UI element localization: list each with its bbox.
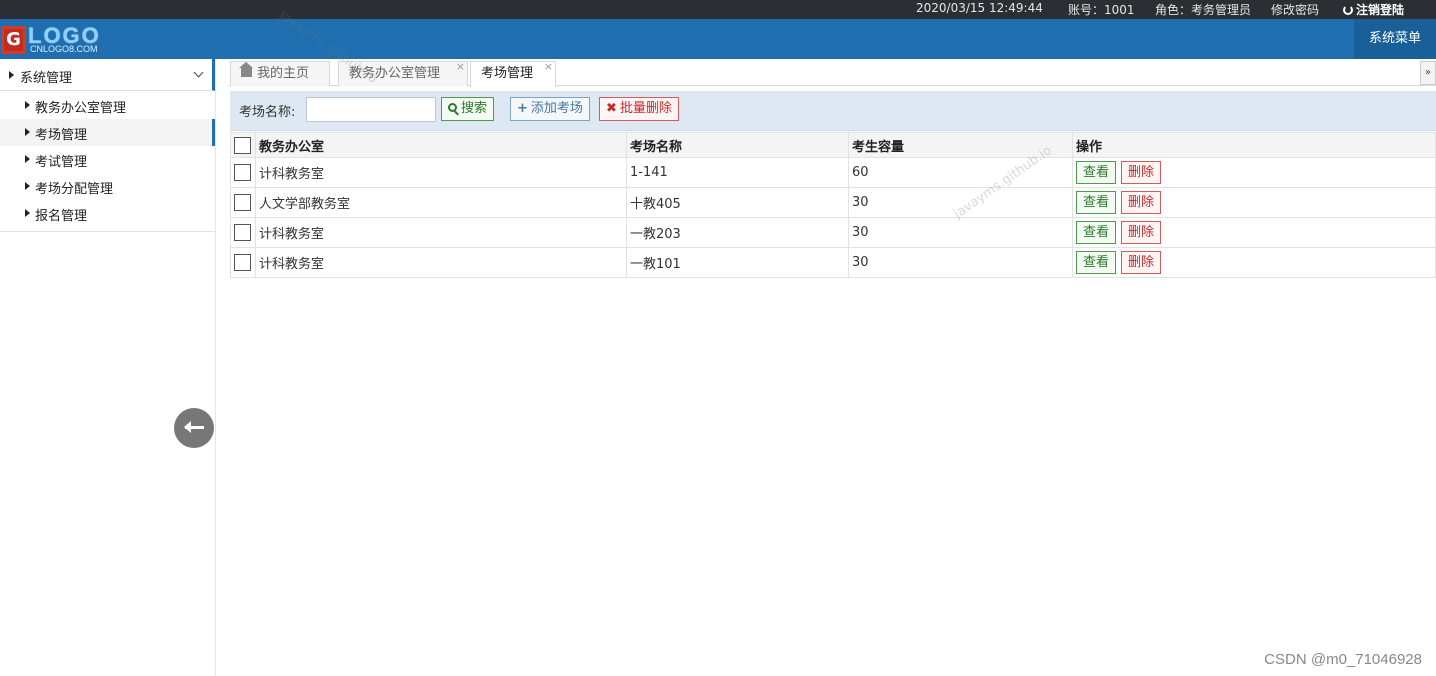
csdn-watermark: CSDN @m0_71046928 [1264,651,1422,668]
sidebar-item-label: 教务办公室管理 [35,101,127,116]
sidebar-item-label: 考场分配管理 [35,182,114,197]
caret-right-icon [9,71,14,79]
cell-actions: 查看 删除 [1072,247,1436,278]
search-button-label: 搜索 [461,101,488,116]
batch-delete-button[interactable]: ✖ 批量删除 [599,97,679,121]
table-row: 计科教务室 一教203 30 查看 删除 [230,217,1436,248]
logo: G LOGO CNLOGO8.COM [0,23,118,56]
view-button[interactable]: 查看 [1076,191,1117,214]
add-room-button[interactable]: + 添加考场 [510,97,590,121]
cell-office: 计科教务室 [255,247,627,278]
cell-capacity: 30 [848,217,1073,248]
change-password-link[interactable]: 修改密码 [1271,1,1319,18]
sidebar-item-label: 考试管理 [35,155,88,170]
tab-label: 考场管理 [481,66,534,81]
sidebar-group-label: 系统管理 [20,71,73,86]
room-name-label: 考场名称: [239,105,296,120]
tab-bar: 我的主页 教务办公室管理 × 考场管理 × » [228,59,1436,87]
logout-link[interactable]: 注销登陆 [1343,1,1404,18]
home-icon [239,62,253,77]
app-header: G LOGO CNLOGO8.COM 系统菜单 [0,19,1436,59]
sidebar-item-exam-room[interactable]: 考场管理 [0,119,215,146]
cell-room-name: 十教405 [626,187,849,218]
datetime-text: 2020/03/15 12:49:44 [916,1,1043,15]
cell-office: 计科教务室 [255,157,627,188]
power-icon [1343,5,1353,15]
table-row: 人文学部教务室 十教405 30 查看 删除 [230,187,1436,218]
cell-room-name: 一教101 [626,247,849,278]
row-checkbox[interactable] [234,164,251,181]
close-icon: ✖ [606,101,617,116]
caret-right-icon [25,155,30,163]
system-menu-button[interactable]: 系统菜单 [1354,19,1436,59]
row-select-cell [230,157,256,188]
sidebar-item-label: 报名管理 [35,209,88,224]
sidebar-item-exam[interactable]: 考试管理 [0,146,215,173]
header-actions: 操作 [1072,132,1436,158]
delete-button[interactable]: 删除 [1121,161,1162,184]
table-row: 计科教务室 一教101 30 查看 删除 [230,247,1436,278]
select-all-checkbox[interactable] [234,136,251,154]
row-checkbox[interactable] [234,254,251,271]
top-status-bar: 2020/03/15 12:49:44 账号：1001 角色：考务管理员 修改密… [0,0,1436,19]
view-button[interactable]: 查看 [1076,161,1117,184]
search-toolbar: 考场名称: 搜索 + 添加考场 ✖ 批量删除 [230,91,1436,131]
cell-room-name: 一教203 [626,217,849,248]
plus-icon: + [517,101,528,116]
sidebar-list: 教务办公室管理 考场管理 考试管理 考场分配管理 报名管理 [0,91,215,232]
row-checkbox[interactable] [234,194,251,211]
sidebar-item-label: 考场管理 [35,128,88,143]
select-all-cell [230,132,256,158]
sidebar-item-office[interactable]: 教务办公室管理 [0,92,215,119]
tab-home[interactable]: 我的主页 [230,61,330,86]
exam-room-table: 教务办公室 考场名称 考生容量 操作 计科教务室 1-141 60 查看 删除 人… [230,132,1436,278]
row-checkbox[interactable] [234,224,251,241]
tab-label: 我的主页 [257,66,310,81]
sidebar: 系统管理 教务办公室管理 考场管理 考试管理 考场分配管理 报名管理 [0,59,216,676]
search-button[interactable]: 搜索 [441,97,495,121]
view-button[interactable]: 查看 [1076,251,1117,274]
cell-actions: 查看 删除 [1072,157,1436,188]
caret-right-icon [25,209,30,217]
room-name-input[interactable] [306,97,436,122]
logout-label: 注销登陆 [1356,3,1405,17]
delete-button[interactable]: 删除 [1121,191,1162,214]
cell-capacity: 30 [848,247,1073,278]
table-header-row: 教务办公室 考场名称 考生容量 操作 [230,132,1436,158]
cell-office: 计科教务室 [255,217,627,248]
caret-right-icon [25,182,30,190]
cell-actions: 查看 删除 [1072,187,1436,218]
row-select-cell [230,217,256,248]
logo-mark-icon: G [1,26,26,54]
header-office: 教务办公室 [255,132,627,158]
close-icon[interactable]: × [544,55,553,79]
cell-office: 人文学部教务室 [255,187,627,218]
table-row: 计科教务室 1-141 60 查看 删除 [230,157,1436,188]
batch-delete-label: 批量删除 [619,101,672,116]
search-icon [448,103,457,112]
caret-right-icon [25,128,30,136]
cell-actions: 查看 删除 [1072,217,1436,248]
view-button[interactable]: 查看 [1076,221,1117,244]
arrow-left-icon [184,421,204,433]
tab-exam-room[interactable]: 考场管理 × [470,60,556,87]
sidebar-group-system[interactable]: 系统管理 [0,59,215,91]
row-select-cell [230,247,256,278]
chevron-down-icon [193,67,204,78]
delete-button[interactable]: 删除 [1121,251,1162,274]
row-select-cell [230,187,256,218]
sidebar-item-registration[interactable]: 报名管理 [0,200,215,227]
logo-subtext: CNLOGO8.COM [30,44,98,54]
role-text: 角色：考务管理员 [1155,3,1252,17]
cell-room-name: 1-141 [626,157,849,188]
delete-button[interactable]: 删除 [1121,221,1162,244]
tab-more-icon[interactable]: » [1420,61,1436,85]
account-text: 账号：1001 [1068,3,1135,17]
add-room-label: 添加考场 [530,101,583,116]
close-icon[interactable]: × [456,55,465,79]
collapse-sidebar-button[interactable] [174,408,214,448]
caret-right-icon [25,101,30,109]
sidebar-item-room-allocation[interactable]: 考场分配管理 [0,173,215,200]
header-room-name: 考场名称 [626,132,849,158]
